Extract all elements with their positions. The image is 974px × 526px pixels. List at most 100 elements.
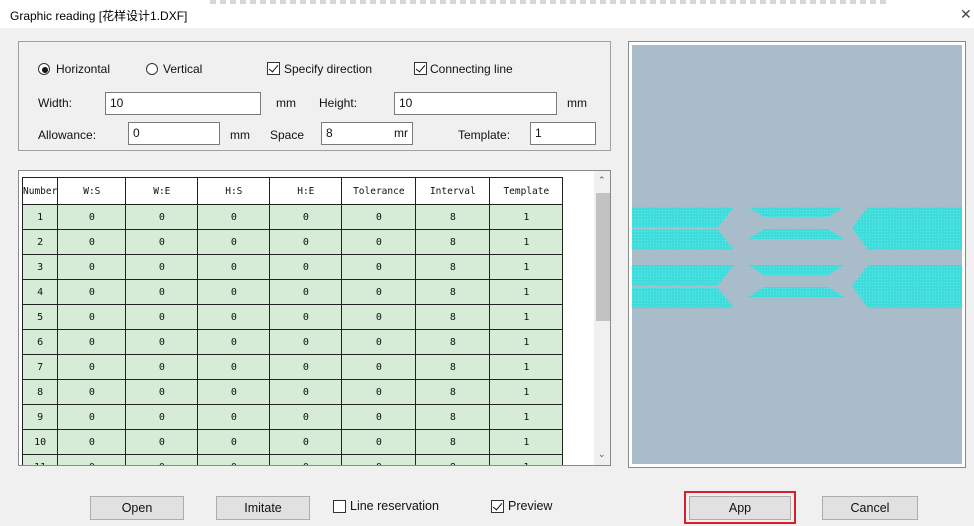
scroll-thumb[interactable] <box>596 193 610 321</box>
table-cell[interactable]: 1 <box>489 429 564 455</box>
table-cell[interactable]: 8 <box>415 304 491 330</box>
table-cell[interactable]: 8 <box>415 279 491 305</box>
table-cell[interactable]: 0 <box>125 304 199 330</box>
column-header[interactable]: Interval <box>415 177 491 205</box>
table-cell[interactable]: 0 <box>57 454 127 465</box>
table-cell[interactable]: 0 <box>125 354 199 380</box>
table-cell[interactable]: 8 <box>415 354 491 380</box>
column-header[interactable]: Tolerance <box>341 177 417 205</box>
table-cell[interactable]: 1 <box>489 279 564 305</box>
table-cell[interactable]: 3 <box>21 254 59 280</box>
cancel-button[interactable]: Cancel <box>822 496 918 520</box>
scroll-down-icon[interactable]: ⌄ <box>598 449 606 460</box>
table-cell[interactable]: 0 <box>197 454 271 465</box>
table-cell[interactable]: 0 <box>341 204 417 230</box>
table-cell[interactable]: 0 <box>125 404 199 430</box>
table-cell[interactable]: 0 <box>197 429 271 455</box>
table-cell[interactable]: 4 <box>21 279 59 305</box>
scroll-up-icon[interactable]: ⌃ <box>598 175 606 186</box>
table-cell[interactable]: 1 <box>489 454 564 465</box>
table-row[interactable]: 80000081 <box>21 379 564 405</box>
table-cell[interactable]: 8 <box>415 429 491 455</box>
specify-direction-checkbox[interactable] <box>267 62 280 75</box>
table-cell[interactable]: 0 <box>269 404 343 430</box>
table-cell[interactable]: 0 <box>125 454 199 465</box>
table-cell[interactable]: 0 <box>197 304 271 330</box>
width-input[interactable]: 10 <box>105 92 261 115</box>
table-cell[interactable]: 1 <box>489 304 564 330</box>
table-cell[interactable]: 1 <box>489 404 564 430</box>
column-header[interactable]: H:E <box>269 177 343 205</box>
table-cell[interactable]: 0 <box>197 254 271 280</box>
table-cell[interactable]: 7 <box>21 354 59 380</box>
table-cell[interactable]: 0 <box>197 329 271 355</box>
table-row[interactable]: 50000081 <box>21 304 564 330</box>
table-cell[interactable]: 0 <box>197 279 271 305</box>
table-cell[interactable]: 8 <box>21 379 59 405</box>
table-cell[interactable]: 0 <box>197 379 271 405</box>
table-cell[interactable]: 0 <box>269 354 343 380</box>
height-input[interactable]: 10 <box>394 92 557 115</box>
table-cell[interactable]: 0 <box>125 229 199 255</box>
table-cell[interactable]: 0 <box>269 304 343 330</box>
table-cell[interactable]: 0 <box>341 379 417 405</box>
column-header[interactable]: Number <box>21 177 59 205</box>
table-row[interactable]: 10000081 <box>21 204 564 230</box>
table-cell[interactable]: 0 <box>341 304 417 330</box>
table-cell[interactable]: 0 <box>341 454 417 465</box>
table-cell[interactable]: 0 <box>341 279 417 305</box>
table-cell[interactable]: 0 <box>57 279 127 305</box>
table-cell[interactable]: 8 <box>415 204 491 230</box>
table-cell[interactable]: 0 <box>341 404 417 430</box>
table-cell[interactable]: 0 <box>269 204 343 230</box>
table-cell[interactable]: 0 <box>341 354 417 380</box>
table-row[interactable]: 70000081 <box>21 354 564 380</box>
table-cell[interactable]: 8 <box>415 404 491 430</box>
table-cell[interactable]: 0 <box>125 254 199 280</box>
table-cell[interactable]: 0 <box>269 279 343 305</box>
table-cell[interactable]: 9 <box>21 404 59 430</box>
table-cell[interactable]: 6 <box>21 329 59 355</box>
horizontal-radio[interactable] <box>38 63 50 75</box>
vertical-radio[interactable] <box>146 63 158 75</box>
table-cell[interactable]: 5 <box>21 304 59 330</box>
table-cell[interactable]: 0 <box>57 304 127 330</box>
table-cell[interactable]: 0 <box>57 379 127 405</box>
table-cell[interactable]: 0 <box>197 204 271 230</box>
table-cell[interactable]: 0 <box>269 429 343 455</box>
table-cell[interactable]: 11 <box>21 454 59 465</box>
preview-checkbox[interactable] <box>491 500 504 513</box>
table-row[interactable]: 90000081 <box>21 404 564 430</box>
table-row[interactable]: 110000081 <box>21 454 564 465</box>
table-row[interactable]: 60000081 <box>21 329 564 355</box>
close-icon[interactable]: ✕ <box>960 6 972 23</box>
table-cell[interactable]: 0 <box>57 404 127 430</box>
table-cell[interactable]: 0 <box>341 254 417 280</box>
template-input[interactable]: 1 <box>530 122 596 145</box>
table-cell[interactable]: 0 <box>269 379 343 405</box>
table-cell[interactable]: 8 <box>415 379 491 405</box>
table-cell[interactable]: 0 <box>125 204 199 230</box>
table-cell[interactable]: 0 <box>57 329 127 355</box>
table-cell[interactable]: 0 <box>341 229 417 255</box>
table-cell[interactable]: 0 <box>57 229 127 255</box>
table-cell[interactable]: 0 <box>125 429 199 455</box>
table-row[interactable]: 40000081 <box>21 279 564 305</box>
table-cell[interactable]: 0 <box>125 329 199 355</box>
table-cell[interactable]: 1 <box>489 229 564 255</box>
table-cell[interactable]: 1 <box>489 329 564 355</box>
table-cell[interactable]: 8 <box>415 254 491 280</box>
table-cell[interactable]: 1 <box>489 204 564 230</box>
table-cell[interactable]: 0 <box>197 229 271 255</box>
table-cell[interactable]: 0 <box>57 354 127 380</box>
space-input[interactable]: 8 mr <box>321 122 413 145</box>
table-cell[interactable]: 8 <box>415 229 491 255</box>
column-header[interactable]: Template <box>489 177 564 205</box>
table-cell[interactable]: 0 <box>125 379 199 405</box>
table-cell[interactable]: 0 <box>269 329 343 355</box>
table-row[interactable]: 20000081 <box>21 229 564 255</box>
allowance-input[interactable]: 0 <box>128 122 220 145</box>
column-header[interactable]: H:S <box>197 177 271 205</box>
table-row[interactable]: 10 0 0 0 0 0 8 1 <box>21 429 564 455</box>
table-cell[interactable]: 0 <box>269 454 343 465</box>
